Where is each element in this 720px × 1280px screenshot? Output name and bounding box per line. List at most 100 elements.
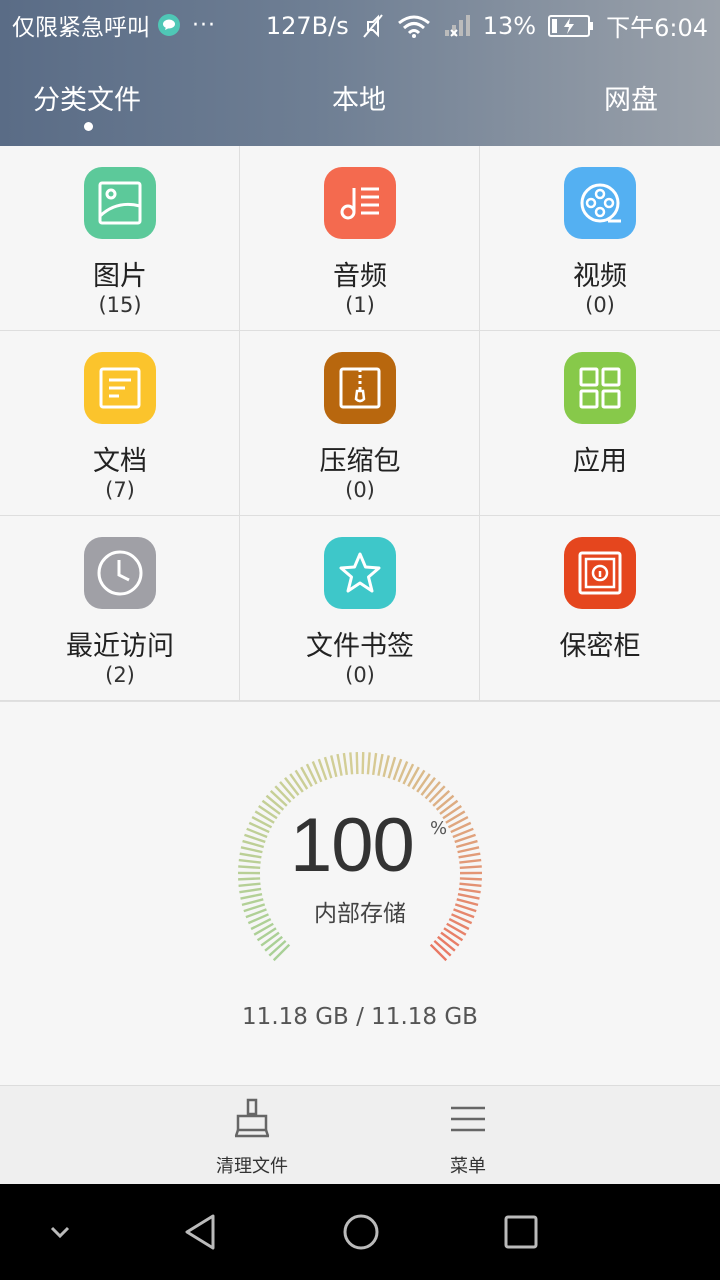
category-label: 最近访问 <box>66 631 174 662</box>
storage-size: 11.18 GB / 11.18 GB <box>242 1004 478 1030</box>
gauge-tick <box>238 882 261 888</box>
header: 仅限紧急呼叫 ··· 127B/s 13% 下午6:04 分类文件 本地 网盘 <box>0 0 720 146</box>
back-triangle-icon <box>185 1214 215 1250</box>
category-recent[interactable]: 最近访问 (2) <box>0 516 240 701</box>
gauge-tick <box>455 839 478 849</box>
gauge-tick <box>387 756 397 779</box>
storage-panel[interactable]: 100 % 内部存储 11.18 GB / 11.18 GB <box>0 701 720 1085</box>
category-label: 保密柜 <box>559 631 641 662</box>
gauge-tick <box>355 752 359 775</box>
category-label: 文件书签 <box>306 631 414 662</box>
gauge-tick <box>260 931 280 947</box>
gauge-tick <box>459 877 482 881</box>
bottom-toolbar: 清理文件 菜单 <box>0 1085 720 1184</box>
gauge-tick <box>336 753 343 776</box>
tab-bar: 分类文件 本地 网盘 <box>0 70 720 140</box>
gauge-tick <box>429 943 448 962</box>
gauge-tick <box>330 755 338 778</box>
message-notification-icon <box>158 14 180 36</box>
category-safe[interactable]: 保密柜 <box>480 516 720 701</box>
gauge-tick <box>457 846 480 854</box>
home-button[interactable] <box>331 1210 391 1254</box>
broom-icon <box>234 1098 270 1138</box>
category-count: (1) <box>345 293 375 317</box>
gauge-tick <box>272 943 291 962</box>
gauge-tick <box>279 781 296 800</box>
mute-icon <box>361 13 385 39</box>
apps-icon <box>564 352 636 424</box>
hide-nav-button[interactable] <box>30 1210 90 1254</box>
gauge-tick <box>439 799 459 815</box>
category-bookmarks[interactable]: 文件书签 (0) <box>240 516 480 701</box>
category-apps[interactable]: 应用 <box>480 331 720 516</box>
carrier-text: 仅限紧急呼叫 <box>12 15 150 41</box>
menu-icon <box>451 1106 485 1132</box>
gauge-tick <box>269 789 288 807</box>
system-nav-bar <box>0 1184 720 1280</box>
category-audio[interactable]: 音频 (1) <box>240 146 480 331</box>
gauge-tick <box>349 752 354 775</box>
category-count: (0) <box>585 293 615 317</box>
gauge-tick <box>361 752 365 775</box>
category-archives[interactable]: 压缩包 (0) <box>240 331 480 516</box>
signal-icon <box>443 14 471 38</box>
status-bar: 仅限紧急呼叫 ··· 127B/s 13% 下午6:04 <box>0 0 720 50</box>
document-icon <box>84 352 156 424</box>
archive-icon <box>324 352 396 424</box>
category-documents[interactable]: 文档 (7) <box>0 331 240 516</box>
gauge-tick <box>428 785 446 803</box>
clock-icon <box>84 537 156 609</box>
gauge-tick <box>440 931 460 947</box>
category-label: 图片 <box>93 261 147 292</box>
storage-percent: 100 <box>290 803 415 888</box>
gauge-tick <box>420 777 436 796</box>
category-images[interactable]: 图片 (15) <box>0 146 240 331</box>
gauge-tick <box>458 887 481 894</box>
gauge-tick <box>424 781 441 800</box>
category-count: (0) <box>345 478 375 502</box>
gauge-tick <box>261 799 281 815</box>
battery-percent: 13% <box>482 11 537 40</box>
gauge-tick <box>437 935 456 952</box>
video-icon <box>564 167 636 239</box>
clean-files-button[interactable]: 清理文件 <box>192 1098 312 1178</box>
gauge-tick <box>242 839 265 849</box>
gauge-tick <box>382 755 390 778</box>
gauge-tick <box>377 753 384 776</box>
menu-label: 菜单 <box>450 1156 486 1177</box>
wifi-icon <box>397 14 431 38</box>
gauge-tick <box>459 858 482 864</box>
gauge-tick <box>265 794 285 811</box>
home-circle-icon <box>343 1214 379 1250</box>
category-label: 视频 <box>573 261 627 292</box>
gauge-tick <box>240 846 263 854</box>
gauge-tick <box>274 785 292 803</box>
category-label: 压缩包 <box>319 446 401 477</box>
category-grid: 图片 (15) 音频 (1) 视频 (0) 文档 (7) 压缩包 (0) 应用 <box>0 146 720 701</box>
net-speed: 127B/s <box>265 11 349 40</box>
category-count: (7) <box>105 478 135 502</box>
recents-button[interactable] <box>491 1210 551 1254</box>
category-count: (15) <box>98 293 142 317</box>
recents-square-icon <box>504 1215 538 1249</box>
gauge-tick <box>458 852 481 859</box>
gauge-tick <box>238 865 261 870</box>
tab-categories[interactable]: 分类文件 <box>33 78 141 117</box>
tab-local[interactable]: 本地 <box>332 78 386 117</box>
tab-cloud[interactable]: 网盘 <box>604 78 658 117</box>
percent-symbol: % <box>430 818 448 839</box>
gauge-tick <box>342 752 348 776</box>
back-button[interactable] <box>171 1210 231 1254</box>
gauge-tick <box>459 865 482 870</box>
gauge-tick <box>366 752 371 775</box>
gauge-tick <box>435 794 455 811</box>
menu-button[interactable]: 菜单 <box>408 1098 528 1178</box>
storage-label: 内部存储 <box>314 901 406 927</box>
gauge-tick <box>239 887 262 894</box>
gauge-tick <box>284 777 300 796</box>
category-label: 文档 <box>93 446 147 477</box>
category-video[interactable]: 视频 (0) <box>480 146 720 331</box>
category-label: 应用 <box>573 446 627 477</box>
category-label: 音频 <box>333 261 387 292</box>
gauge-tick <box>264 935 283 952</box>
